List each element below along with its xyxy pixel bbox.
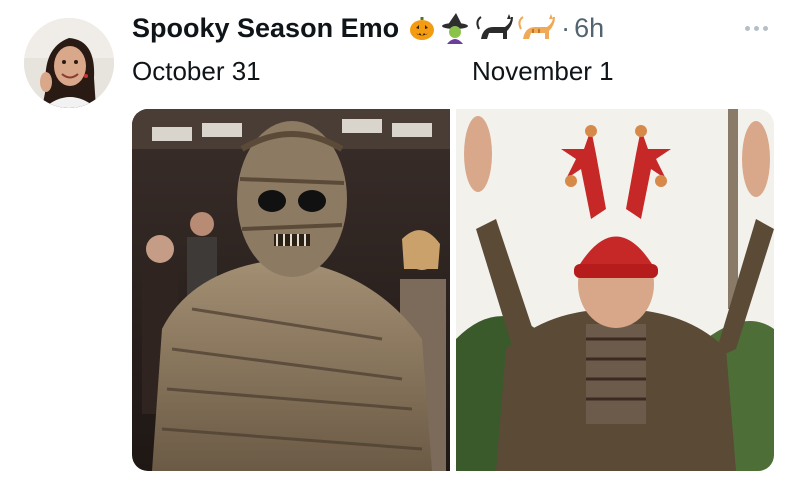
black-cat-icon: [476, 14, 514, 39]
photo-reindeer-hat[interactable]: [456, 109, 774, 471]
photo-mummy[interactable]: [132, 109, 450, 471]
separator-dot: ·: [561, 12, 571, 43]
avatar-photo: [24, 18, 114, 108]
media-grid: [132, 109, 774, 471]
tweet-header: Spooky Season Emo · 6h: [132, 12, 604, 44]
pumpkin-icon: [410, 17, 435, 40]
avatar[interactable]: [24, 18, 114, 108]
timestamp[interactable]: 6h: [574, 13, 604, 44]
display-name[interactable]: Spooky Season Emo: [132, 13, 399, 44]
name-emoji-badges: [407, 12, 557, 44]
witch-icon: [442, 13, 469, 44]
more-options-icon[interactable]: [740, 16, 772, 40]
reindeer-hat-photo-image: [456, 109, 774, 471]
cat-icon: [518, 14, 556, 39]
mummy-photo-image: [132, 109, 450, 471]
caption-right: November 1: [472, 56, 614, 86]
caption-left: October 31: [132, 56, 261, 86]
